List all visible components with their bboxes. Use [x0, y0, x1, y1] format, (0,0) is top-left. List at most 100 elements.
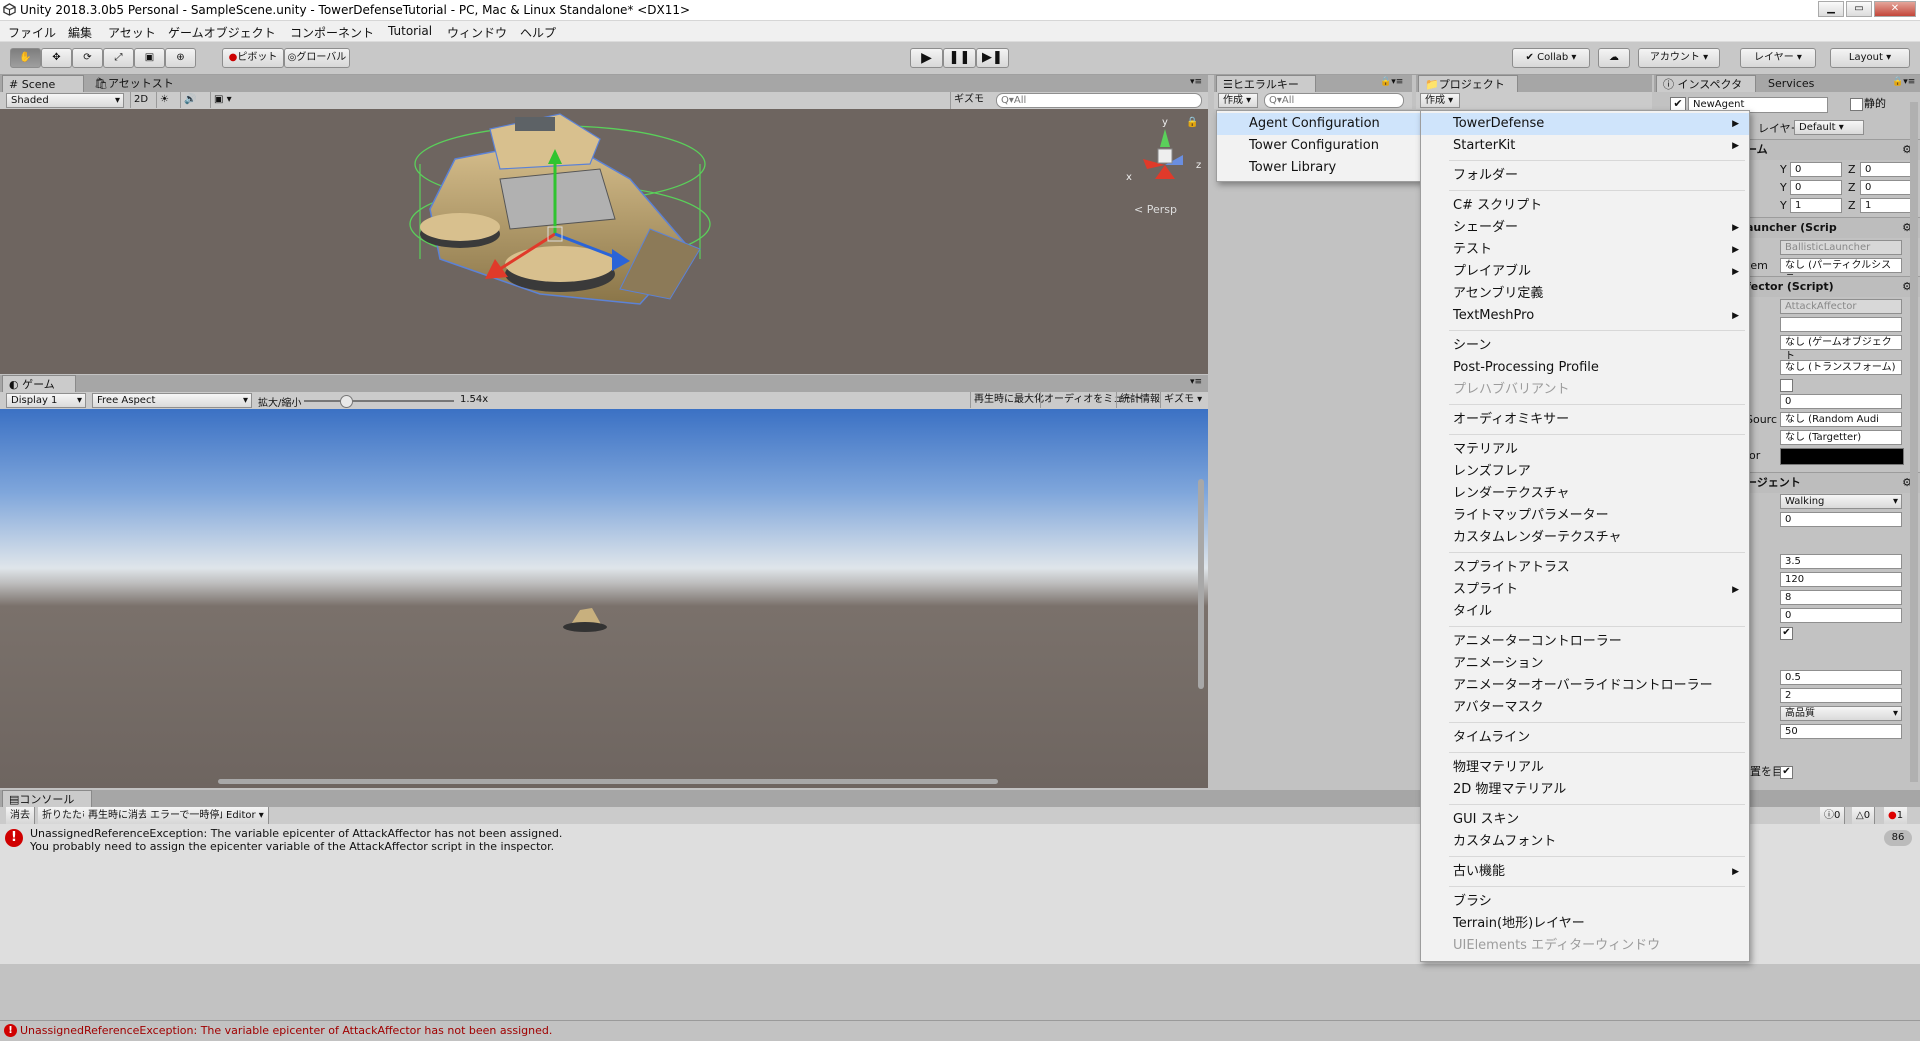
error-count-toggle[interactable]: ●1: [1884, 807, 1908, 824]
menu-item[interactable]: オーディオミキサー: [1421, 409, 1749, 431]
menu-help[interactable]: ヘルプ: [520, 24, 556, 41]
transform-tool-button[interactable]: ⊕: [165, 48, 196, 68]
game-viewport[interactable]: [0, 409, 1208, 788]
move-tool-button[interactable]: ✥: [41, 48, 72, 68]
rect-tool-button[interactable]: ▣: [134, 48, 165, 68]
panel-menu-icon[interactable]: ▾≡: [1190, 77, 1202, 87]
targetter-field[interactable]: なし (Targetter): [1780, 430, 1902, 445]
tab-console[interactable]: ▤コンソール: [2, 790, 92, 807]
scene-viewport[interactable]: y z x < Persp 🔒: [0, 109, 1208, 374]
step-button[interactable]: ▶❚: [976, 48, 1009, 68]
menu-item[interactable]: カスタムレンダーテクスチャ: [1421, 527, 1749, 549]
menu-assets[interactable]: アセット: [108, 24, 156, 41]
menu-item[interactable]: シーン: [1421, 335, 1749, 357]
hierarchy-create-dropdown[interactable]: 作成 ▾: [1218, 93, 1258, 108]
audio-source-field[interactable]: なし (Random Audi: [1780, 412, 1902, 427]
layers-dropdown[interactable]: レイヤー ▾: [1740, 48, 1816, 68]
quality-dropdown[interactable]: 高品質 ▾: [1780, 706, 1902, 721]
tab-asset-store[interactable]: 🛍アセットストア: [88, 75, 188, 107]
warning-count-toggle[interactable]: △0: [1852, 807, 1876, 824]
scale-slider[interactable]: [304, 400, 454, 402]
menu-item[interactable]: レンダーテクスチャ: [1421, 483, 1749, 505]
menu-item[interactable]: テスト ▶: [1421, 239, 1749, 261]
launcher-particle-field[interactable]: なし (パーティクルシステ: [1780, 258, 1902, 285]
base-offset-input[interactable]: 0: [1780, 512, 1902, 527]
play-button[interactable]: ▶: [910, 48, 943, 68]
scene-search-input[interactable]: Q▾All: [996, 93, 1202, 108]
menu-tutorial[interactable]: Tutorial: [388, 24, 432, 38]
menu-item[interactable]: GUI スキン: [1421, 809, 1749, 831]
menu-item[interactable]: アニメーション: [1421, 653, 1749, 675]
angular-speed-input[interactable]: 120: [1780, 572, 1902, 587]
hierarchy-list[interactable]: [1214, 109, 1412, 788]
menu-item[interactable]: スプライトアトラス: [1421, 557, 1749, 579]
menu-item[interactable]: アバターマスク: [1421, 697, 1749, 719]
rot-y-input[interactable]: 0: [1790, 180, 1842, 195]
lighting-toggle[interactable]: ☀: [156, 92, 178, 108]
menu-item[interactable]: TextMeshPro ▶: [1421, 305, 1749, 327]
pos-y-input[interactable]: 0: [1790, 162, 1842, 177]
inspector-scrollbar[interactable]: [1910, 102, 1918, 782]
persp-label[interactable]: < Persp: [1134, 203, 1177, 216]
cloud-button[interactable]: ☁: [1598, 48, 1630, 68]
game-gizmos-dropdown[interactable]: ギズモ ▾: [1160, 392, 1205, 408]
affector-checkbox[interactable]: [1780, 379, 1793, 392]
menu-item[interactable]: プレイアブル ▶: [1421, 261, 1749, 283]
menu-item[interactable]: Terrain(地形)レイヤー: [1421, 913, 1749, 935]
menu-item[interactable]: レンズフレア: [1421, 461, 1749, 483]
menu-item[interactable]: アセンブリ定義: [1421, 283, 1749, 305]
static-checkbox[interactable]: [1850, 98, 1863, 111]
aspect-dropdown[interactable]: Free Aspect ▾: [92, 393, 252, 408]
stopping-distance-input[interactable]: 0: [1780, 608, 1902, 623]
menu-item[interactable]: マテリアル: [1421, 439, 1749, 461]
console-clear-on-play-toggle[interactable]: 再生時に消去: [84, 807, 153, 824]
menu-item[interactable]: カスタムフォント: [1421, 831, 1749, 853]
rotate-tool-button[interactable]: ⟳: [72, 48, 103, 68]
height-input[interactable]: 2: [1780, 688, 1902, 703]
menu-item-tower-configuration[interactable]: Tower Configuration: [1217, 135, 1421, 157]
scale-slider-thumb[interactable]: [340, 395, 353, 408]
project-create-dropdown[interactable]: 作成 ▾: [1420, 93, 1460, 108]
pos-z-input[interactable]: 0: [1860, 162, 1912, 177]
menu-item[interactable]: タイムライン: [1421, 727, 1749, 749]
scale-y-input[interactable]: 1: [1790, 198, 1842, 213]
layout-dropdown[interactable]: Layout ▾: [1830, 48, 1910, 68]
radius-input[interactable]: 0.5: [1780, 670, 1902, 685]
tab-project[interactable]: 📁プロジェクト: [1418, 75, 1518, 92]
menu-item[interactable]: 物理マテリアル: [1421, 757, 1749, 779]
agent-type-dropdown[interactable]: Walking ▾: [1780, 494, 1902, 509]
menu-item[interactable]: TowerDefense ▶: [1421, 113, 1749, 135]
panel-menu-icon[interactable]: ▾≡: [1190, 377, 1202, 387]
menu-item[interactable]: C# スクリプト: [1421, 195, 1749, 217]
audio-toggle[interactable]: 🔊: [180, 92, 202, 108]
hand-tool-button[interactable]: ✋: [10, 48, 41, 68]
hierarchy-search-input[interactable]: Q▾All: [1264, 93, 1404, 108]
close-button[interactable]: ✕: [1874, 1, 1916, 17]
menu-item[interactable]: シェーダー ▶: [1421, 217, 1749, 239]
shading-dropdown[interactable]: Shaded ▾: [6, 93, 124, 108]
orientation-gizmo[interactable]: [1125, 119, 1205, 189]
affector-number-field[interactable]: 0: [1780, 394, 1902, 409]
inspector-lock-icon[interactable]: 🔒▾≡: [1892, 77, 1915, 87]
menu-item[interactable]: Post-Processing Profile: [1421, 357, 1749, 379]
acceleration-input[interactable]: 8: [1780, 590, 1902, 605]
auto-braking-checkbox[interactable]: ✔: [1780, 627, 1793, 640]
menu-edit[interactable]: 編集: [68, 24, 92, 41]
menu-item[interactable]: アニメーターコントローラー: [1421, 631, 1749, 653]
priority-input[interactable]: 50: [1780, 724, 1902, 739]
menu-item[interactable]: スプライト ▶: [1421, 579, 1749, 601]
menu-item[interactable]: 2D 物理マテリアル: [1421, 779, 1749, 801]
layer-dropdown[interactable]: Default ▾: [1794, 120, 1864, 135]
minimize-button[interactable]: ▁: [1818, 1, 1844, 17]
menu-item[interactable]: 古い機能 ▶: [1421, 861, 1749, 883]
console-editor-dropdown[interactable]: Editor ▾: [222, 807, 269, 824]
menu-item-tower-library[interactable]: Tower Library: [1217, 157, 1421, 179]
scale-z-input[interactable]: 1: [1860, 198, 1912, 213]
pivot-button[interactable]: ●ピボット: [222, 48, 284, 68]
tab-hierarchy[interactable]: ☰ヒエラルキー: [1216, 75, 1316, 92]
affector-empty-field[interactable]: [1780, 317, 1902, 332]
lock-icon[interactable]: 🔒: [1186, 117, 1198, 128]
console-clear-button[interactable]: 消去: [6, 807, 35, 824]
menu-item[interactable]: ライトマップパラメーター: [1421, 505, 1749, 527]
menu-item[interactable]: タイル: [1421, 601, 1749, 623]
